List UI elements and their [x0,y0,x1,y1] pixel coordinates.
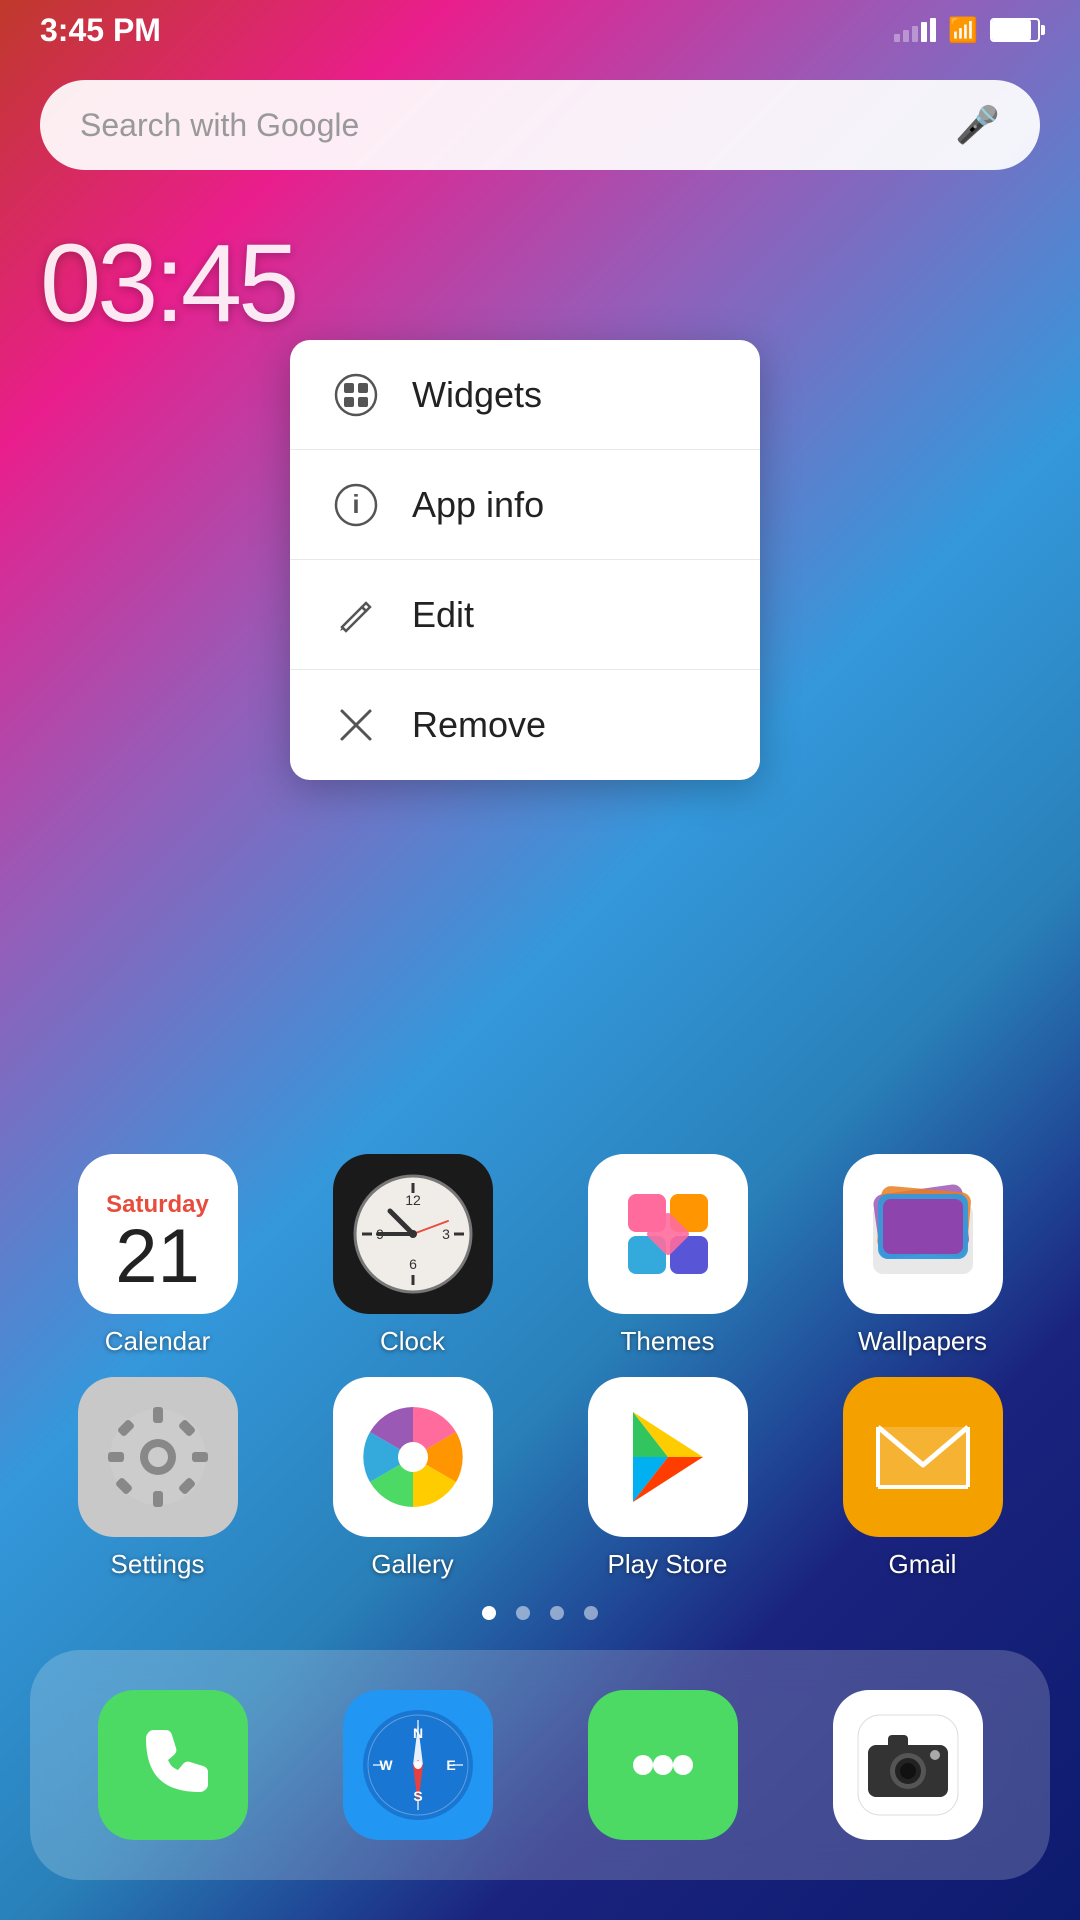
menu-item-edit[interactable]: Edit [290,560,760,670]
info-icon: i [330,479,382,531]
remove-icon [330,699,382,751]
menu-label-widgets: Widgets [412,374,542,416]
context-menu-backdrop[interactable] [0,0,1080,1920]
menu-item-remove[interactable]: Remove [290,670,760,780]
edit-icon [330,589,382,641]
menu-item-widgets[interactable]: Widgets [290,340,760,450]
svg-text:i: i [352,489,359,519]
menu-label-appinfo: App info [412,484,544,526]
context-menu: Widgets i App info Edit [290,340,760,780]
menu-label-edit: Edit [412,594,474,636]
menu-item-appinfo[interactable]: i App info [290,450,760,560]
widgets-icon [330,369,382,421]
menu-label-remove: Remove [412,704,546,746]
